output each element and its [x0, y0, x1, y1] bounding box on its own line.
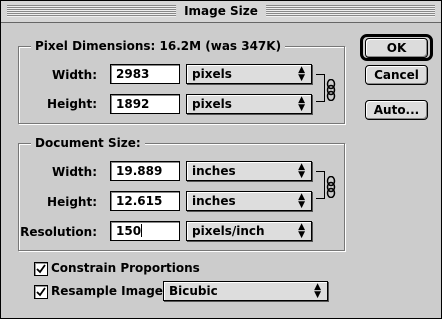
document-link-bracket — [316, 171, 325, 199]
pixel-height-unit-select[interactable]: pixels ▲ ▼ — [186, 94, 312, 114]
doc-width-unit-select[interactable]: inches ▲ ▼ — [186, 161, 312, 181]
checkmark-icon — [36, 264, 46, 274]
pixel-dimensions-title: Pixel Dimensions: — [35, 39, 156, 53]
resolution-input[interactable]: 150 — [110, 221, 180, 241]
resolution-unit-value: pixels/inch — [192, 224, 265, 238]
up-down-arrows-icon: ▲ ▼ — [298, 162, 305, 180]
resample-image-checkbox[interactable] — [34, 285, 48, 299]
chain-link-icon — [326, 79, 336, 101]
resample-method-value: Bicubic — [169, 284, 218, 298]
doc-height-label: Height: — [47, 195, 97, 209]
resolution-label: Resolution: — [20, 225, 97, 239]
checkmark-icon — [36, 287, 46, 297]
constrain-proportions-checkbox[interactable] — [34, 262, 48, 276]
doc-width-unit-value: inches — [192, 164, 236, 178]
pixel-height-unit-value: pixels — [192, 97, 232, 111]
doc-height-unit-value: inches — [192, 194, 236, 208]
pixel-width-unit-value: pixels — [192, 67, 232, 81]
up-down-arrows-icon: ▲ ▼ — [298, 192, 305, 210]
pixel-height-input[interactable]: 1892 — [110, 94, 180, 114]
resolution-value: 150 — [116, 224, 142, 238]
cancel-button[interactable]: Cancel — [365, 65, 428, 85]
dialog-title: Image Size — [176, 3, 266, 19]
up-down-arrows-icon: ▲ ▼ — [298, 222, 305, 240]
doc-height-input[interactable]: 12.615 — [110, 191, 180, 211]
up-down-arrows-icon: ▲ ▼ — [298, 95, 305, 113]
pixel-width-input[interactable]: 2983 — [110, 64, 180, 84]
up-down-arrows-icon: ▲ ▼ — [314, 282, 321, 300]
pixel-link-bracket — [316, 74, 325, 102]
resample-method-select[interactable]: Bicubic ▲ ▼ — [163, 281, 328, 301]
doc-width-label: Width: — [51, 165, 97, 179]
resample-image-label[interactable]: Resample Image: — [51, 283, 168, 299]
pixel-width-unit-select[interactable]: pixels ▲ ▼ — [186, 64, 312, 84]
ok-button[interactable]: OK — [365, 38, 428, 58]
doc-height-unit-select[interactable]: inches ▲ ▼ — [186, 191, 312, 211]
title-bar[interactable]: Image Size — [1, 1, 441, 23]
image-size-dialog: Image Size Pixel Dimensions: 16.2M (was … — [0, 0, 442, 319]
pixel-size-summary: 16.2M (was 347K) — [159, 39, 282, 53]
constrain-proportions-label[interactable]: Constrain Proportions — [51, 260, 200, 276]
auto-button[interactable]: Auto... — [365, 100, 428, 120]
document-size-label: Document Size: — [31, 135, 145, 151]
doc-width-input[interactable]: 19.889 — [110, 161, 180, 181]
text-caret — [141, 224, 143, 237]
pixel-dimensions-label: Pixel Dimensions: 16.2M (was 347K) — [31, 38, 286, 54]
resolution-unit-select[interactable]: pixels/inch ▲ ▼ — [186, 221, 312, 241]
up-down-arrows-icon: ▲ ▼ — [298, 65, 305, 83]
chain-link-icon — [326, 176, 336, 198]
pixel-width-label: Width: — [51, 68, 97, 82]
pixel-height-label: Height: — [47, 97, 97, 111]
